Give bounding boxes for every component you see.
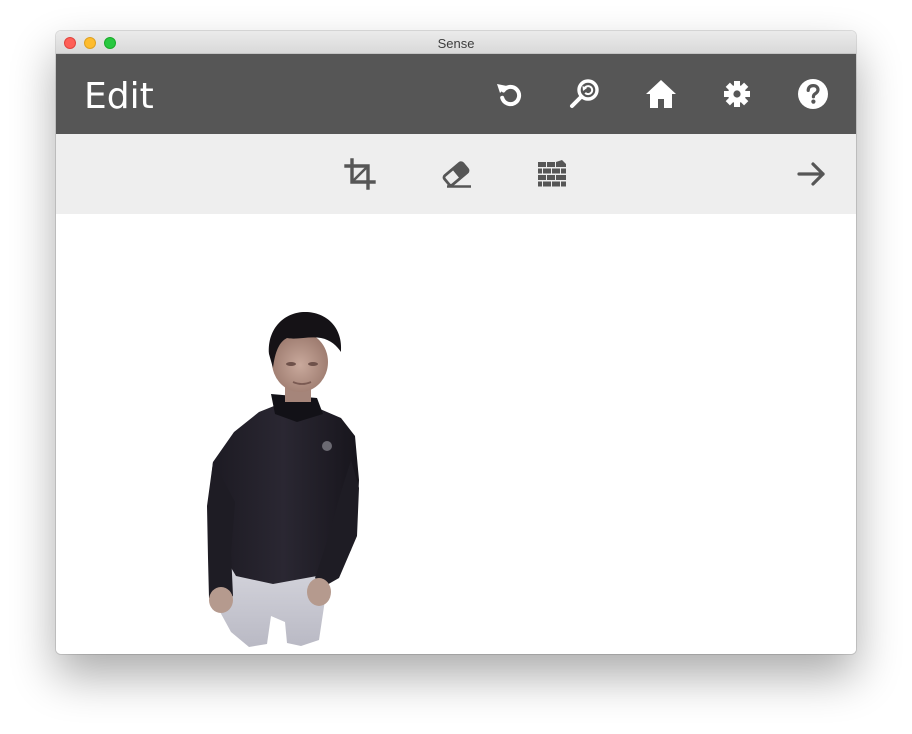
home-button[interactable]	[643, 76, 679, 112]
3d-viewport[interactable]	[56, 214, 856, 654]
undo-button[interactable]	[492, 76, 528, 112]
brick-wall-icon	[538, 160, 566, 187]
edit-toolbar	[56, 134, 856, 214]
next-button[interactable]	[794, 156, 830, 192]
undo-icon	[497, 84, 522, 107]
home-icon	[646, 80, 676, 108]
eraser-icon	[442, 161, 471, 188]
arrow-right-icon	[797, 162, 825, 186]
app-window: Sense Edit	[56, 31, 856, 654]
erase-tool[interactable]	[438, 156, 474, 192]
settings-button[interactable]	[719, 76, 755, 112]
gear-icon	[724, 81, 750, 107]
app-header: Edit	[56, 54, 856, 134]
help-button[interactable]	[795, 76, 831, 112]
zoom-reset-icon	[570, 79, 599, 108]
page-title: Edit	[84, 76, 154, 117]
window-title: Sense	[437, 36, 475, 51]
scanned-person-model[interactable]	[201, 310, 366, 650]
crop-tool[interactable]	[342, 156, 378, 192]
title-bar[interactable]: Sense	[56, 31, 856, 54]
help-icon	[798, 79, 828, 109]
crop-icon	[344, 158, 376, 190]
solidify-tool[interactable]	[534, 156, 570, 192]
zoom-button[interactable]	[567, 76, 603, 112]
